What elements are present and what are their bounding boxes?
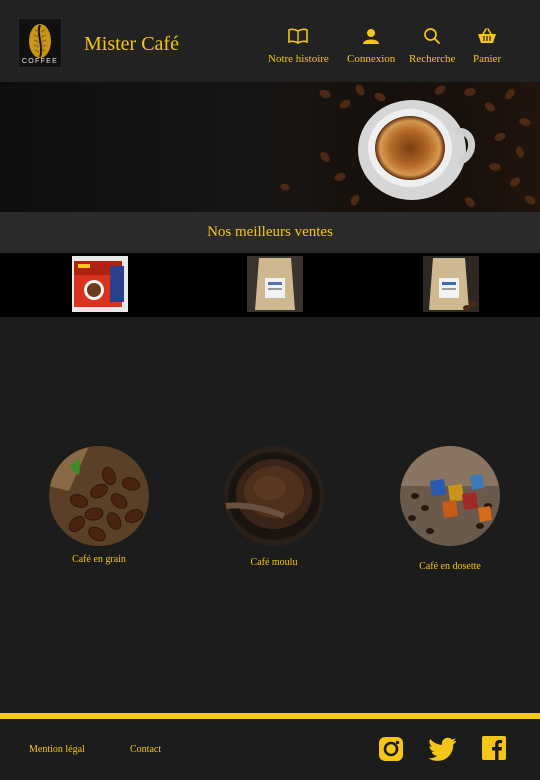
coffee-capsules-image xyxy=(400,446,500,546)
instagram-link[interactable] xyxy=(378,736,404,767)
basket-icon xyxy=(478,28,497,43)
coffee-bag-image xyxy=(247,256,303,312)
category-label: Café moulu xyxy=(250,557,298,568)
footer-link-mention-legal[interactable]: Mention légal xyxy=(29,744,85,755)
nav-recherche[interactable]: Recherche xyxy=(409,28,455,65)
nav-label: Panier xyxy=(473,53,502,65)
footer-link-contact[interactable]: Contact xyxy=(130,744,161,755)
ground-coffee-image xyxy=(224,446,324,546)
best-sellers-title: Nos meilleurs ventes xyxy=(207,224,333,240)
category-label: Café en dosette xyxy=(419,561,481,572)
twitter-link[interactable] xyxy=(428,736,457,767)
nav-label: Recherche xyxy=(409,53,456,65)
facebook-icon xyxy=(482,736,506,760)
logo-text: COFFEE xyxy=(21,58,59,65)
twitter-icon xyxy=(428,737,457,761)
facebook-link[interactable] xyxy=(482,736,506,765)
coffee-beans-sack-image xyxy=(49,446,149,546)
best-sellers-strip xyxy=(0,253,540,317)
product-card-coffee-bag-beans[interactable] xyxy=(423,256,479,312)
product-card-coffee-bag[interactable] xyxy=(247,256,303,312)
category-cafe-en-dosette[interactable]: Café en dosette xyxy=(400,446,500,572)
category-cafe-en-grain[interactable]: Café en grain xyxy=(49,446,149,565)
instagram-icon xyxy=(379,737,403,761)
nav-label: Connexion xyxy=(347,53,396,65)
nav-panier[interactable]: Panier xyxy=(473,28,501,65)
logo[interactable]: COFFEE xyxy=(18,18,62,68)
site-title[interactable]: Mister Café xyxy=(84,33,179,56)
search-icon xyxy=(424,28,441,44)
coffee-bag-beans-image xyxy=(423,256,479,312)
site-header: COFFEE Mister Café Notre histoire Connex… xyxy=(0,0,540,82)
nav-connexion[interactable]: Connexion xyxy=(347,28,395,65)
coffee-bean-logo-icon xyxy=(29,24,51,58)
coffee-cup-hero-image xyxy=(279,82,540,212)
product-card-dolce-gusto[interactable] xyxy=(72,256,128,312)
site-footer: Mention légal Contact xyxy=(0,719,540,780)
nav-label: Notre histoire xyxy=(268,53,329,65)
nav-notre-histoire[interactable]: Notre histoire xyxy=(268,28,329,65)
best-sellers-header: Nos meilleurs ventes xyxy=(0,212,540,253)
capsule-box-image xyxy=(72,256,128,312)
category-label: Café en grain xyxy=(72,554,126,565)
user-icon xyxy=(363,29,380,44)
category-cafe-moulu[interactable]: Café moulu xyxy=(224,446,324,568)
book-icon xyxy=(288,28,309,44)
hero-banner xyxy=(0,82,540,212)
